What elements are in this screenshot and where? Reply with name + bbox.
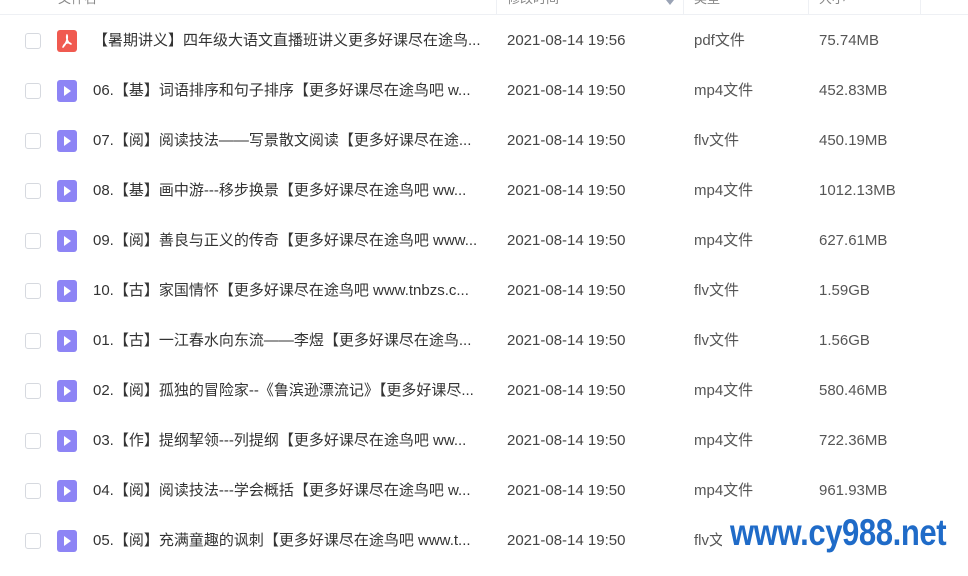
video-icon (57, 380, 77, 402)
file-row[interactable]: 09.【阅】善良与正义的传奇【更多好课尽在途鸟吧 www... 2021-08-… (0, 216, 968, 266)
file-type: mp4文件 (694, 482, 754, 499)
file-name[interactable]: 01.【古】一江春水向东流——李煜【更多好课尽在途鸟... (93, 331, 485, 351)
file-name[interactable]: 02.【阅】孤独的冒险家--《鲁滨逊漂流记》【更多好课尽... (93, 381, 485, 401)
file-name[interactable]: 08.【基】画中游---移步换景【更多好课尽在途鸟吧 ww... (93, 181, 485, 201)
file-name[interactable]: 09.【阅】善良与正义的传奇【更多好课尽在途鸟吧 www... (93, 231, 485, 251)
file-type: flv文件 (694, 132, 740, 149)
file-type: flv文件 (694, 332, 740, 349)
file-list-window: 文件名 修改时间 类型 大小 【暑期讲义】四年级大语文直播班讲义更多好课尽在途鸟… (0, 0, 968, 576)
video-icon (57, 280, 77, 302)
header-name[interactable]: 文件名 (58, 0, 97, 14)
file-row[interactable]: 08.【基】画中游---移步换景【更多好课尽在途鸟吧 ww... 2021-08… (0, 166, 968, 216)
file-type: mp4文件 (694, 432, 754, 449)
header-divider[interactable] (920, 0, 921, 14)
file-type: pdf文件 (694, 32, 745, 49)
file-size: 450.19MB (819, 132, 888, 149)
watermark-text: www.cy988.net (730, 512, 947, 553)
video-icon (57, 130, 77, 152)
row-checkbox[interactable] (25, 533, 41, 549)
sort-desc-icon[interactable] (666, 0, 674, 5)
file-size: 1.56GB (819, 332, 870, 349)
header-type[interactable]: 类型 (694, 0, 720, 14)
file-name[interactable]: 10.【古】家国情怀【更多好课尽在途鸟吧 www.tnbzs.c... (93, 281, 485, 301)
file-type: mp4文件 (694, 232, 754, 249)
file-name[interactable]: 04.【阅】阅读技法---学会概括【更多好课尽在途鸟吧 w... (93, 481, 485, 501)
row-checkbox[interactable] (25, 383, 41, 399)
file-date: 2021-08-14 19:50 (507, 482, 626, 499)
video-icon (57, 480, 77, 502)
file-date: 2021-08-14 19:50 (507, 182, 626, 199)
file-date: 2021-08-14 19:50 (507, 82, 626, 99)
file-size: 961.93MB (819, 482, 888, 499)
row-checkbox[interactable] (25, 483, 41, 499)
file-row[interactable]: 01.【古】一江春水向东流——李煜【更多好课尽在途鸟... 2021-08-14… (0, 316, 968, 366)
row-checkbox[interactable] (25, 333, 41, 349)
file-size: 452.83MB (819, 82, 888, 99)
row-checkbox[interactable] (25, 433, 41, 449)
video-icon (57, 330, 77, 352)
video-icon (57, 180, 77, 202)
file-size: 1012.13MB (819, 182, 896, 199)
header-divider[interactable] (683, 0, 684, 14)
row-checkbox[interactable] (25, 133, 41, 149)
file-row[interactable]: 07.【阅】阅读技法——写景散文阅读【更多好课尽在途... 2021-08-14… (0, 116, 968, 166)
file-row[interactable]: 10.【古】家国情怀【更多好课尽在途鸟吧 www.tnbzs.c... 2021… (0, 266, 968, 316)
file-date: 2021-08-14 19:50 (507, 532, 626, 549)
file-row[interactable]: 03.【作】提纲挈领---列提纲【更多好课尽在途鸟吧 ww... 2021-08… (0, 416, 968, 466)
row-checkbox[interactable] (25, 83, 41, 99)
video-icon (57, 80, 77, 102)
file-row[interactable]: 【暑期讲义】四年级大语文直播班讲义更多好课尽在途鸟... 2021-08-14 … (0, 16, 968, 66)
header-size[interactable]: 大小 (819, 0, 845, 14)
file-row[interactable]: 06.【基】词语排序和句子排序【更多好课尽在途鸟吧 w... 2021-08-1… (0, 66, 968, 116)
video-icon (57, 530, 77, 552)
file-name[interactable]: 05.【阅】充满童趣的讽刺【更多好课尽在途鸟吧 www.t... (93, 531, 485, 551)
file-date: 2021-08-14 19:50 (507, 132, 626, 149)
file-date: 2021-08-14 19:50 (507, 432, 626, 449)
file-type: mp4文件 (694, 82, 754, 99)
file-size: 722.36MB (819, 432, 888, 449)
file-date: 2021-08-14 19:56 (507, 32, 626, 49)
file-date: 2021-08-14 19:50 (507, 382, 626, 399)
file-list: 【暑期讲义】四年级大语文直播班讲义更多好课尽在途鸟... 2021-08-14 … (0, 16, 968, 566)
header-divider[interactable] (496, 0, 497, 14)
video-icon (57, 230, 77, 252)
table-header: 文件名 修改时间 类型 大小 (0, 0, 968, 15)
row-checkbox[interactable] (25, 233, 41, 249)
file-size: 627.61MB (819, 232, 888, 249)
file-name[interactable]: 07.【阅】阅读技法——写景散文阅读【更多好课尽在途... (93, 131, 485, 151)
file-name[interactable]: 【暑期讲义】四年级大语文直播班讲义更多好课尽在途鸟... (93, 31, 485, 51)
file-row[interactable]: 02.【阅】孤独的冒险家--《鲁滨逊漂流记》【更多好课尽... 2021-08-… (0, 366, 968, 416)
file-date: 2021-08-14 19:50 (507, 232, 626, 249)
row-checkbox[interactable] (25, 183, 41, 199)
video-icon (57, 430, 77, 452)
row-checkbox[interactable] (25, 283, 41, 299)
file-size: 1.59GB (819, 282, 870, 299)
header-date[interactable]: 修改时间 (507, 0, 559, 14)
file-date: 2021-08-14 19:50 (507, 332, 626, 349)
file-date: 2021-08-14 19:50 (507, 282, 626, 299)
file-type: mp4文件 (694, 182, 754, 199)
file-type: flv文件 (694, 282, 740, 299)
file-type: mp4文件 (694, 382, 754, 399)
file-name[interactable]: 03.【作】提纲挈领---列提纲【更多好课尽在途鸟吧 ww... (93, 431, 485, 451)
row-checkbox[interactable] (25, 33, 41, 49)
header-divider[interactable] (808, 0, 809, 14)
watermark: www.cy988.net (722, 500, 968, 576)
pdf-icon (57, 30, 77, 52)
file-name[interactable]: 06.【基】词语排序和句子排序【更多好课尽在途鸟吧 w... (93, 81, 485, 101)
file-size: 580.46MB (819, 382, 888, 399)
file-size: 75.74MB (819, 32, 880, 49)
